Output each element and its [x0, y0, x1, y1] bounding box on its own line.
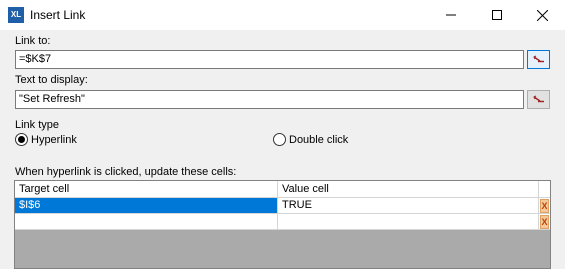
grid-header: Target cell Value cell [15, 181, 550, 198]
radio-hyperlink[interactable]: Hyperlink [15, 133, 77, 146]
table-row[interactable]: X [15, 214, 550, 230]
range-picker-icon [532, 55, 544, 63]
link-to-label: Link to: [15, 35, 51, 47]
value-cell[interactable]: TRUE [278, 198, 539, 213]
radio-double-click-label: Double click [289, 133, 349, 146]
update-cells-label: When hyperlink is clicked, update these … [15, 166, 237, 178]
text-to-display-input[interactable]: "Set Refresh" [15, 90, 524, 109]
link-type-label: Link type [15, 119, 60, 131]
close-icon [536, 9, 548, 21]
value-cell[interactable] [278, 214, 539, 229]
target-cell[interactable] [15, 214, 278, 229]
radio-unselected-icon [273, 133, 286, 146]
range-picker-icon [532, 95, 544, 103]
table-row[interactable]: $I$6 TRUE X [15, 198, 550, 214]
title-bar: XL Insert Link [0, 0, 565, 30]
window-title: Insert Link [30, 8, 86, 22]
link-to-input[interactable]: =$K$7 [15, 50, 524, 69]
maximize-button[interactable] [474, 0, 520, 30]
xl-app-icon: XL [8, 7, 24, 23]
minimize-icon [446, 14, 456, 16]
text-to-display-range-picker-button[interactable] [527, 90, 550, 109]
radio-hyperlink-label: Hyperlink [31, 133, 77, 146]
update-cells-grid[interactable]: Target cell Value cell $I$6 TRUE X X [14, 180, 551, 269]
delete-row-icon[interactable]: X [540, 215, 549, 229]
radio-double-click[interactable]: Double click [273, 133, 348, 146]
maximize-icon [492, 10, 502, 20]
delete-row-icon[interactable]: X [540, 199, 549, 213]
column-header-value-cell[interactable]: Value cell [278, 181, 539, 197]
target-cell[interactable]: $I$6 [15, 198, 278, 213]
minimize-button[interactable] [428, 0, 474, 30]
radio-selected-icon [15, 133, 28, 146]
text-to-display-label: Text to display: [15, 74, 88, 86]
close-button[interactable] [519, 0, 565, 30]
link-to-range-picker-button[interactable] [527, 50, 550, 69]
column-header-target-cell[interactable]: Target cell [15, 181, 278, 197]
